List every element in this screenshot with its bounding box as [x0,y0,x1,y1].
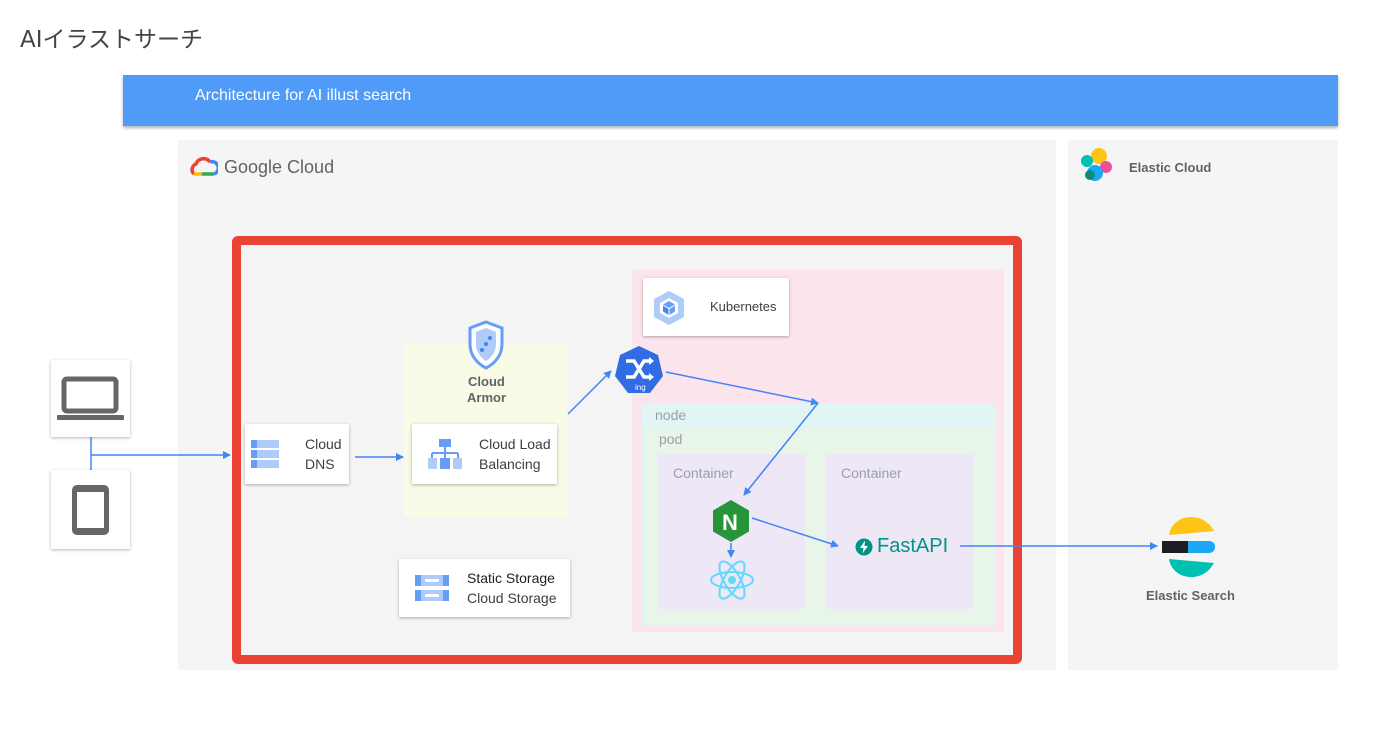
connectors [90,370,1158,558]
arrow-nginx-to-fastapi [751,517,839,548]
arrow-ingress-to-node [665,371,819,406]
arrow-load-balancing-to-ingress [567,370,612,415]
arrow-node-to-nginx [743,402,819,496]
